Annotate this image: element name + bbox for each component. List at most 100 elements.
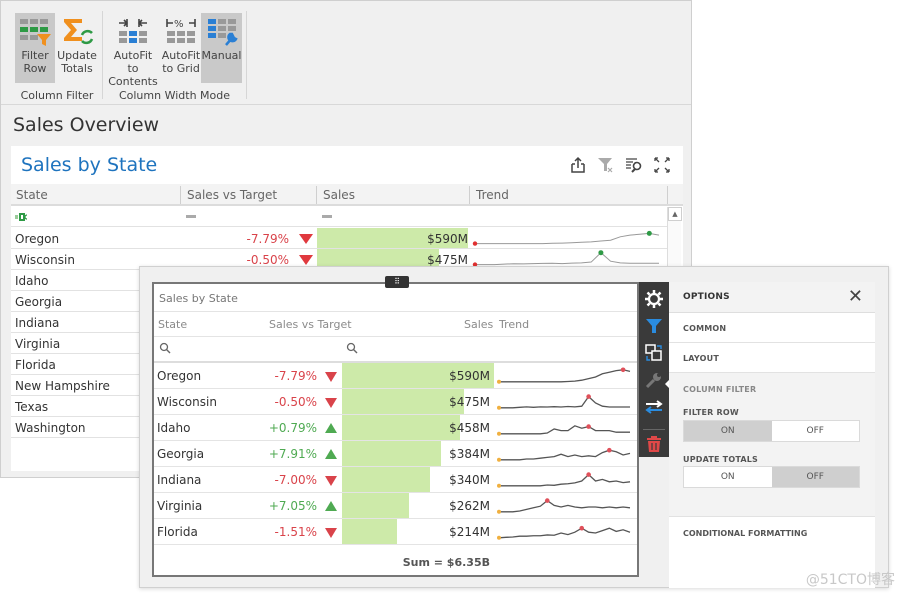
section-layout[interactable]: LAYOUT <box>669 343 875 373</box>
column-header-trend[interactable]: Trend <box>471 188 509 202</box>
table-row[interactable]: Indiana -7.00% $340M <box>154 467 637 493</box>
update-totals-label-1: Update <box>57 49 97 62</box>
sales-cell: $262M <box>449 499 490 513</box>
column-header-state[interactable]: State <box>158 318 187 331</box>
sales-vs-target-cell: -7.00% <box>274 473 317 487</box>
clear-filter-icon[interactable] <box>597 156 615 174</box>
section-common[interactable]: COMMON <box>669 313 875 343</box>
table-row[interactable]: Florida -1.51% $214M <box>154 519 637 545</box>
search-filter-icon[interactable] <box>625 156 643 174</box>
autofit-grid-icon: % <box>164 17 198 47</box>
sparkline-peak-point <box>586 472 591 477</box>
scroll-up-button[interactable]: ▲ <box>668 207 682 221</box>
sparkline-peak-point <box>598 250 604 256</box>
state-cell: Oregon <box>15 232 60 246</box>
svg-text:%: % <box>174 19 184 30</box>
trend-sparkline <box>497 447 631 462</box>
grid-item-designer[interactable]: ⠿ Sales by State State Sales vs Target S… <box>152 276 639 577</box>
autofit-grid-label-2: to Grid <box>162 62 200 75</box>
autofit-contents-button[interactable]: AutoFit to Contents <box>107 13 159 88</box>
sparkline-peak-point <box>586 424 591 429</box>
divider <box>154 336 637 337</box>
update-totals-toggle: ON OFF <box>683 466 860 488</box>
column-header-trend[interactable]: Trend <box>499 318 529 331</box>
sparkline-peak-point <box>646 230 652 236</box>
arrow-down-icon <box>325 372 337 382</box>
column-divider <box>180 186 181 204</box>
autofit-contents-label-1: AutoFit to <box>113 49 153 75</box>
table-row[interactable]: Oregon -7.79% $590M <box>11 228 669 249</box>
table-row[interactable]: Idaho +0.79% $458M <box>154 415 637 441</box>
filter-row-on-button[interactable]: ON <box>684 421 772 441</box>
column-header-sales-vs-target[interactable]: Sales vs Target <box>269 318 352 331</box>
item-toolbar <box>639 282 669 457</box>
sales-cell: $214M <box>449 525 490 539</box>
sales-cell: $475M <box>427 253 468 267</box>
delete-icon[interactable] <box>639 431 669 457</box>
sales-cell: $458M <box>449 421 490 435</box>
state-cell: Indiana <box>15 316 60 330</box>
sales-cell: $590M <box>449 369 490 383</box>
trend-sparkline <box>497 424 630 436</box>
page-title: Sales Overview <box>13 114 160 136</box>
maximize-icon[interactable] <box>653 156 671 174</box>
arrow-down-icon <box>299 234 313 244</box>
table-row[interactable]: Virginia +7.05% $262M <box>154 493 637 519</box>
layout-icon[interactable] <box>639 340 669 366</box>
column-divider <box>667 186 668 204</box>
column-header-sales[interactable]: Sales <box>318 188 355 202</box>
sales-vs-target-filter-icon[interactable] <box>186 215 196 218</box>
filter-row-option-label: FILTER ROW <box>683 408 739 417</box>
sales-cell: $475M <box>449 395 490 409</box>
state-cell: New Hampshire <box>15 379 110 393</box>
text-filter-icon[interactable] <box>15 212 31 222</box>
filter-row-icon <box>18 17 52 47</box>
state-cell: Idaho <box>15 274 49 288</box>
search-icon[interactable] <box>346 342 358 354</box>
column-width-mode-group-label: Column Width Mode <box>118 89 231 102</box>
sales-filter-icon[interactable] <box>322 215 332 218</box>
manual-width-label: Manual <box>201 49 242 62</box>
table-row[interactable]: Georgia +7.91% $384M <box>154 441 637 467</box>
ribbon-separator <box>246 11 247 99</box>
update-totals-off-button[interactable]: OFF <box>771 467 859 487</box>
update-totals-label-2: Totals <box>61 62 93 75</box>
sales-vs-target-cell: +7.05% <box>268 499 317 513</box>
table-row[interactable]: Wisconsin -0.50% $475M <box>154 389 637 415</box>
sparkline-path <box>499 369 631 383</box>
options-header: OPTIONS ✕ <box>669 282 875 313</box>
column-divider <box>469 186 470 204</box>
gear-icon[interactable] <box>639 286 669 312</box>
state-cell: Indiana <box>157 473 202 487</box>
filter-icon[interactable] <box>639 313 669 339</box>
arrow-down-icon <box>299 255 313 265</box>
filter-row-button[interactable]: Filter Row <box>15 13 55 83</box>
autofit-grid-button[interactable]: % AutoFit to Grid <box>161 13 201 83</box>
swap-icon[interactable] <box>639 394 669 420</box>
export-icon[interactable] <box>569 156 587 174</box>
close-icon[interactable]: ✕ <box>848 286 863 307</box>
column-header-sales-vs-target[interactable]: Sales vs Target <box>182 188 277 202</box>
arrow-up-icon <box>325 423 337 433</box>
section-layout-label: LAYOUT <box>683 354 719 363</box>
sparkline-path <box>475 252 659 266</box>
table-row[interactable]: Oregon -7.79% $590M <box>154 363 637 389</box>
manual-width-button[interactable]: Manual <box>201 13 242 83</box>
section-column-filter-label[interactable]: COLUMN FILTER <box>683 385 756 394</box>
filter-row-toggle: ON OFF <box>683 420 860 442</box>
column-header-state[interactable]: State <box>11 188 48 202</box>
state-cell: Georgia <box>15 295 63 309</box>
sparkline-path <box>498 527 631 539</box>
search-icon[interactable] <box>159 342 171 354</box>
column-header-sales[interactable]: Sales <box>464 318 493 331</box>
ribbon: Filter Row Update Totals Column Filter A… <box>1 1 691 105</box>
update-totals-button[interactable]: Update Totals <box>57 13 97 83</box>
designer-panel: ⠿ Sales by State State Sales vs Target S… <box>139 266 889 588</box>
drag-handle[interactable]: ⠿ <box>385 276 409 288</box>
column-filter-group-label: Column Filter <box>20 89 94 102</box>
filter-row-label-1: Filter <box>21 49 49 62</box>
sparkline-start-point <box>497 405 501 410</box>
update-totals-on-button[interactable]: ON <box>684 467 772 487</box>
filter-row-off-button[interactable]: OFF <box>772 421 860 441</box>
state-cell: Wisconsin <box>157 395 217 409</box>
